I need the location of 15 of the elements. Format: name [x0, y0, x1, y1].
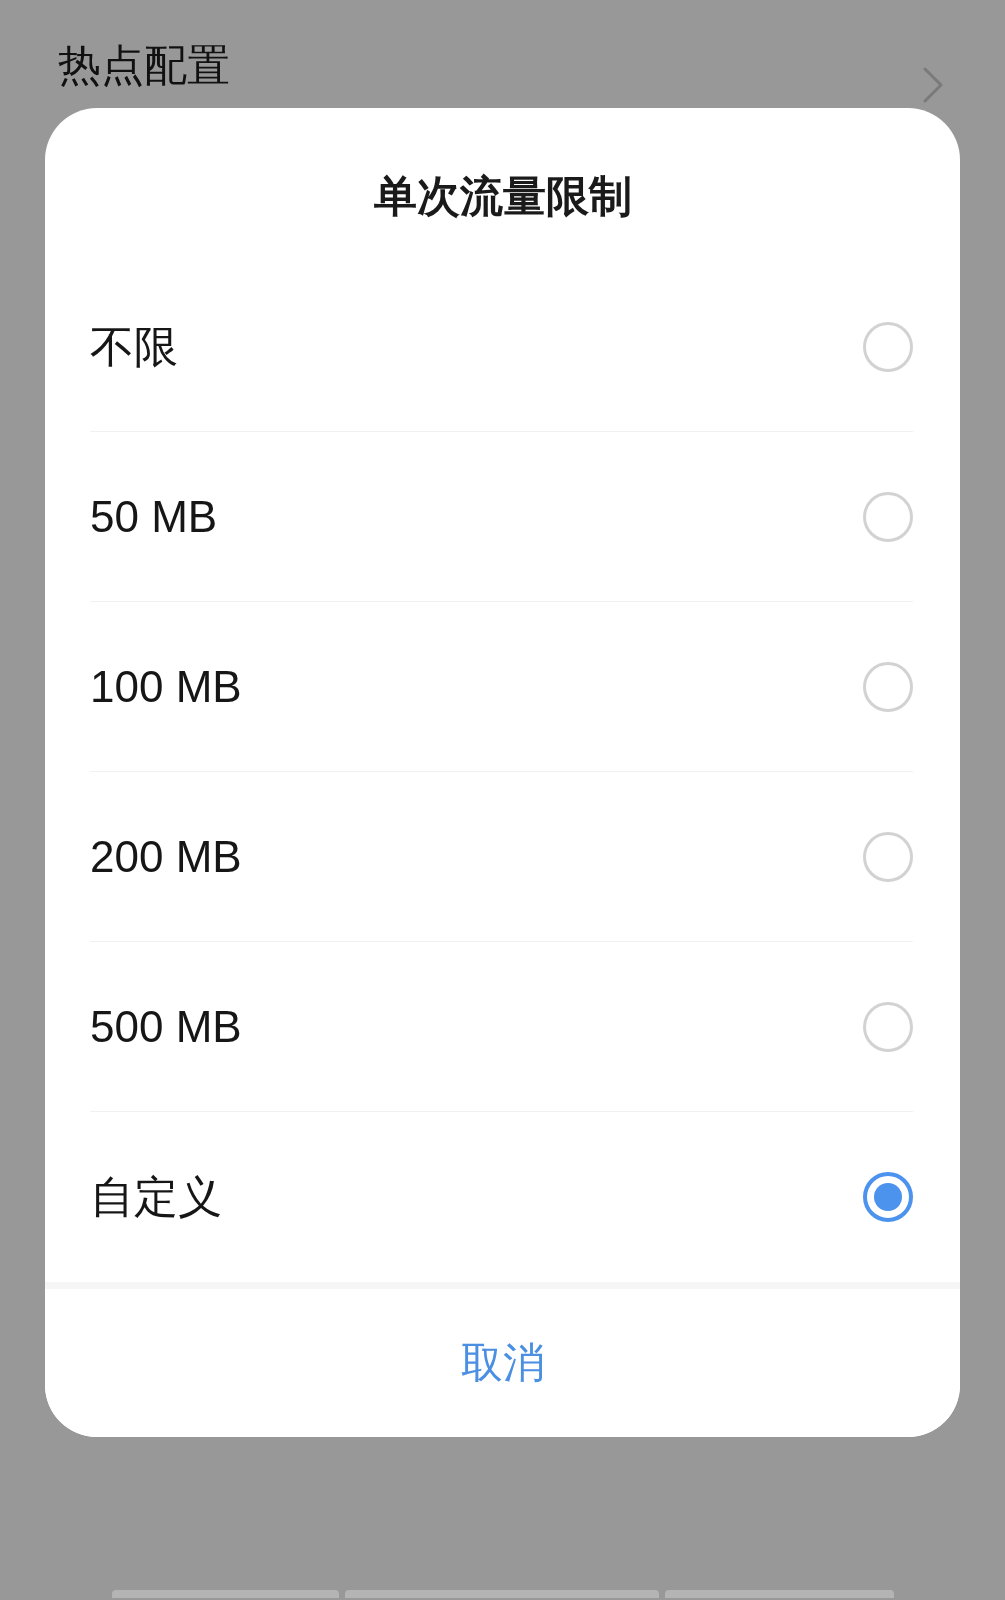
option-item[interactable]: 200 MB — [90, 772, 913, 942]
radio-icon[interactable] — [863, 321, 913, 372]
option-item[interactable]: 100 MB — [90, 602, 913, 772]
option-item[interactable]: 自定义 — [90, 1112, 913, 1282]
radio-icon[interactable] — [863, 831, 913, 882]
option-item[interactable]: 50 MB — [90, 432, 913, 602]
radio-icon[interactable] — [863, 661, 913, 712]
dialog-title: 单次流量限制 — [373, 171, 632, 222]
option-item[interactable]: 500 MB — [90, 942, 913, 1112]
radio-selected-icon[interactable] — [863, 1172, 913, 1222]
page-title: 热点配置 — [58, 40, 230, 91]
option-item[interactable]: 不限 — [90, 262, 913, 432]
chevron-right-icon[interactable] — [923, 67, 943, 103]
radio-icon[interactable] — [863, 491, 913, 542]
radio-icon[interactable] — [863, 1001, 913, 1052]
